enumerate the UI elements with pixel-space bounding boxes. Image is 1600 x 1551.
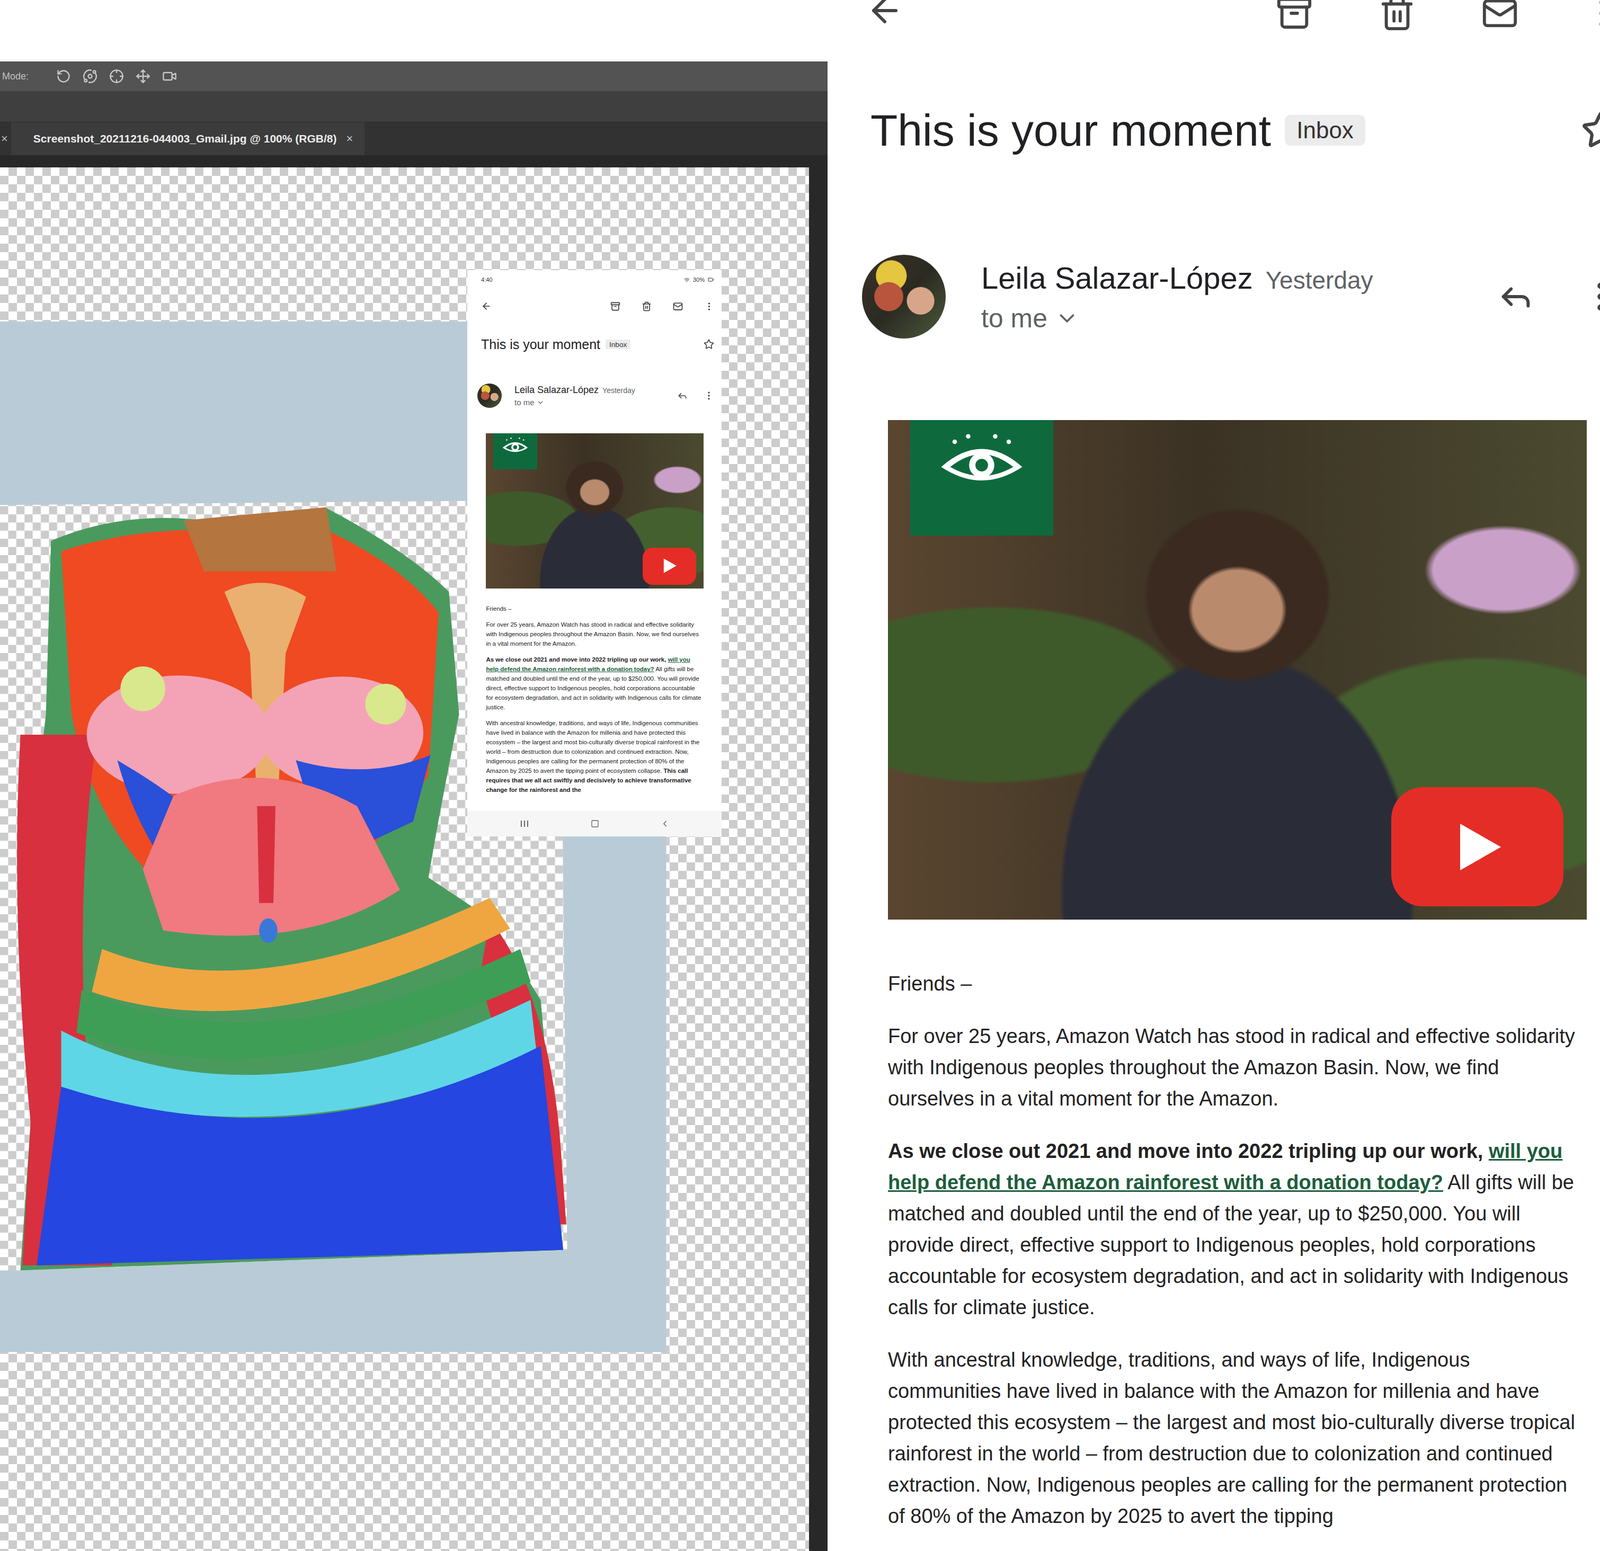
navigation-bar — [467, 811, 722, 837]
document-tab[interactable]: Screenshot_20211216-044003_Gmail.jpg @ 1… — [11, 122, 365, 156]
chevron-down-icon[interactable] — [536, 398, 545, 407]
subject: This is your moment — [481, 336, 601, 353]
recipient: to me — [981, 303, 1048, 334]
more-icon[interactable] — [703, 390, 715, 402]
sender-row: Leila Salazar-LópezYesterday to me — [467, 383, 722, 408]
mail-body: Friends – For over 25 years, Amazon Watch… — [827, 968, 1587, 1551]
camera-icon[interactable] — [162, 68, 177, 84]
more-icon[interactable] — [704, 301, 715, 312]
mode-label: Mode: — [2, 70, 29, 83]
sender-row: Leila Salazar-López Yesterday to me — [827, 254, 1600, 339]
paragraph-text: All gifts will be matched and doubled un… — [485, 665, 701, 711]
body-paragraph: With ancestral knowledge, traditions, an… — [485, 718, 704, 795]
body-paragraph: As we close out 2021 and move into 2022 … — [485, 654, 704, 713]
inbox-label: Inbox — [1284, 114, 1366, 146]
mail-icon[interactable] — [1481, 0, 1519, 32]
inbox-label: Inbox — [605, 339, 631, 349]
recipient: to me — [514, 397, 535, 407]
pan-icon[interactable] — [109, 68, 124, 84]
body-paragraph: For over 25 years, Amazon Watch has stoo… — [887, 1020, 1587, 1115]
tab-close[interactable]: × — [345, 131, 353, 146]
status-time: 4:40 — [481, 276, 493, 283]
subject-row: This is your moment Inbox — [467, 333, 722, 355]
paragraph-text: With ancestral knowledge, traditions, an… — [485, 720, 700, 775]
orbit-icon[interactable] — [82, 68, 98, 84]
options-bar: Mode: — [0, 61, 828, 92]
battery-level: 30% — [692, 276, 705, 283]
sent-date: Yesterday — [1265, 265, 1374, 295]
chevron-down-icon[interactable] — [1054, 306, 1080, 331]
video-thumbnail[interactable] — [485, 433, 704, 589]
play-button[interactable] — [1391, 787, 1564, 907]
body-paragraph: For over 25 years, Amazon Watch has stoo… — [485, 619, 704, 649]
back-arrow-icon[interactable] — [865, 0, 904, 30]
eye-logo-icon — [936, 430, 1027, 495]
rotate-icon[interactable] — [56, 68, 71, 84]
body-paragraph: With ancestral knowledge, traditions, an… — [887, 1344, 1587, 1533]
sent-date: Yesterday — [602, 386, 636, 395]
play-button[interactable] — [642, 547, 697, 585]
subject: This is your moment — [870, 104, 1271, 157]
star-icon[interactable] — [1580, 110, 1600, 151]
star-icon[interactable] — [703, 339, 715, 350]
top-margin — [0, 0, 828, 62]
sender-name: Leila Salazar-López — [514, 384, 599, 396]
paragraph-text: With ancestral knowledge, traditions, an… — [887, 1348, 1576, 1528]
battery-icon — [707, 276, 715, 283]
more-icon[interactable] — [1581, 278, 1600, 316]
pasted-screenshot[interactable]: 4:40 30% This is your moment Inbox Leila Sal… — [467, 270, 722, 837]
paragraph-text: For over 25 years, Amazon Watch has stoo… — [887, 1025, 1576, 1110]
archive-icon[interactable] — [610, 301, 621, 312]
bold-text: As we close out 2021 and move into 2022 … — [485, 656, 668, 663]
more-icon[interactable] — [1584, 0, 1600, 32]
recent-apps-icon[interactable] — [519, 819, 530, 829]
sender-avatar — [861, 254, 946, 339]
mail-icon[interactable] — [672, 301, 683, 312]
subject-row: This is your moment Inbox — [827, 103, 1600, 157]
move-icon[interactable] — [135, 68, 151, 84]
body-paragraph: As we close out 2021 and move into 2022 … — [887, 1135, 1587, 1324]
home-icon[interactable] — [590, 819, 600, 829]
back-icon[interactable] — [660, 819, 670, 829]
reply-icon[interactable] — [1497, 278, 1535, 316]
previous-tab-close[interactable]: × — [0, 122, 12, 156]
paragraph-text: For over 25 years, Amazon Watch has stoo… — [485, 621, 699, 647]
canvas-area: 4:40 30% This is your moment Inbox Leila Sal… — [0, 155, 828, 1551]
eye-logo-icon — [501, 436, 530, 457]
sender-avatar — [477, 383, 502, 408]
trash-icon[interactable] — [641, 301, 652, 312]
photoshop-window: Mode: × Screenshot_20211216-044003_Gmail.j… — [0, 0, 828, 1551]
status-bar: 4:40 30% — [467, 270, 722, 290]
play-icon — [660, 556, 679, 575]
bold-text: As we close out 2021 and move into 2022 … — [887, 1140, 1489, 1163]
sender-name: Leila Salazar-López — [981, 260, 1253, 296]
mail-body: Friends – For over 25 years, Amazon Watch… — [467, 407, 722, 812]
greeting: Friends – — [887, 968, 1587, 1000]
gmail-view: This is your moment Inbox Leila Salazar-Ló… — [827, 0, 1600, 1551]
video-thumbnail[interactable] — [887, 420, 1587, 920]
document-tab-bar: × Screenshot_20211216-044003_Gmail.jpg @ … — [0, 122, 828, 156]
back-arrow-icon[interactable] — [481, 300, 492, 312]
document-tab-label: Screenshot_20211216-044003_Gmail.jpg @ 1… — [33, 132, 337, 146]
greeting: Friends – — [485, 603, 704, 614]
amazon-watch-logo — [493, 433, 538, 470]
reply-icon[interactable] — [677, 390, 688, 402]
archive-icon[interactable] — [1275, 0, 1313, 32]
panel-bar — [0, 91, 828, 123]
screen: Mode: × Screenshot_20211216-044003_Gmail.j… — [0, 0, 1600, 1551]
mail-toolbar — [467, 289, 722, 324]
play-icon — [1448, 818, 1507, 877]
wifi-icon — [683, 277, 690, 283]
mail-toolbar — [827, 0, 1600, 32]
amazon-watch-logo — [910, 420, 1054, 536]
trash-icon[interactable] — [1378, 0, 1416, 32]
